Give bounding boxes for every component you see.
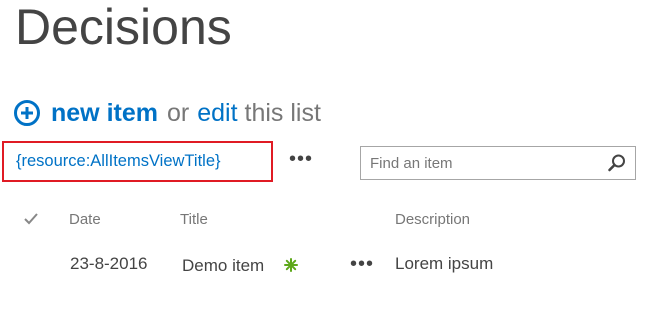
row-description: Lorem ipsum — [395, 254, 494, 273]
circle-plus-icon[interactable] — [13, 99, 41, 127]
row-date: 23-8-2016 — [70, 254, 148, 273]
new-item-link[interactable]: new item — [51, 99, 158, 128]
or-text: or — [166, 98, 190, 127]
row-more-button[interactable]: ••• — [350, 253, 374, 276]
command-bar: new item or edit this list — [13, 96, 321, 130]
row-title-link[interactable]: Demo item — [182, 256, 264, 276]
column-header-title[interactable]: Title — [180, 211, 208, 228]
new-item-badge-icon — [284, 258, 298, 272]
this-list-text: this list — [244, 98, 321, 127]
magnifier-icon[interactable] — [607, 153, 627, 173]
search-input[interactable] — [361, 148, 600, 178]
view-tab-all-items[interactable]: {resource:AllItemsViewTitle} — [16, 152, 221, 171]
view-more-button[interactable]: ••• — [289, 148, 313, 170]
page-title: Decisions — [15, 0, 232, 55]
edit-list-link[interactable]: edit — [197, 99, 237, 128]
column-header-date[interactable]: Date — [69, 211, 101, 228]
view-selector-highlighted[interactable]: {resource:AllItemsViewTitle} — [2, 141, 273, 182]
column-header-description[interactable]: Description — [395, 211, 470, 228]
checkmark-icon[interactable] — [23, 211, 39, 227]
search-box[interactable] — [360, 146, 636, 180]
